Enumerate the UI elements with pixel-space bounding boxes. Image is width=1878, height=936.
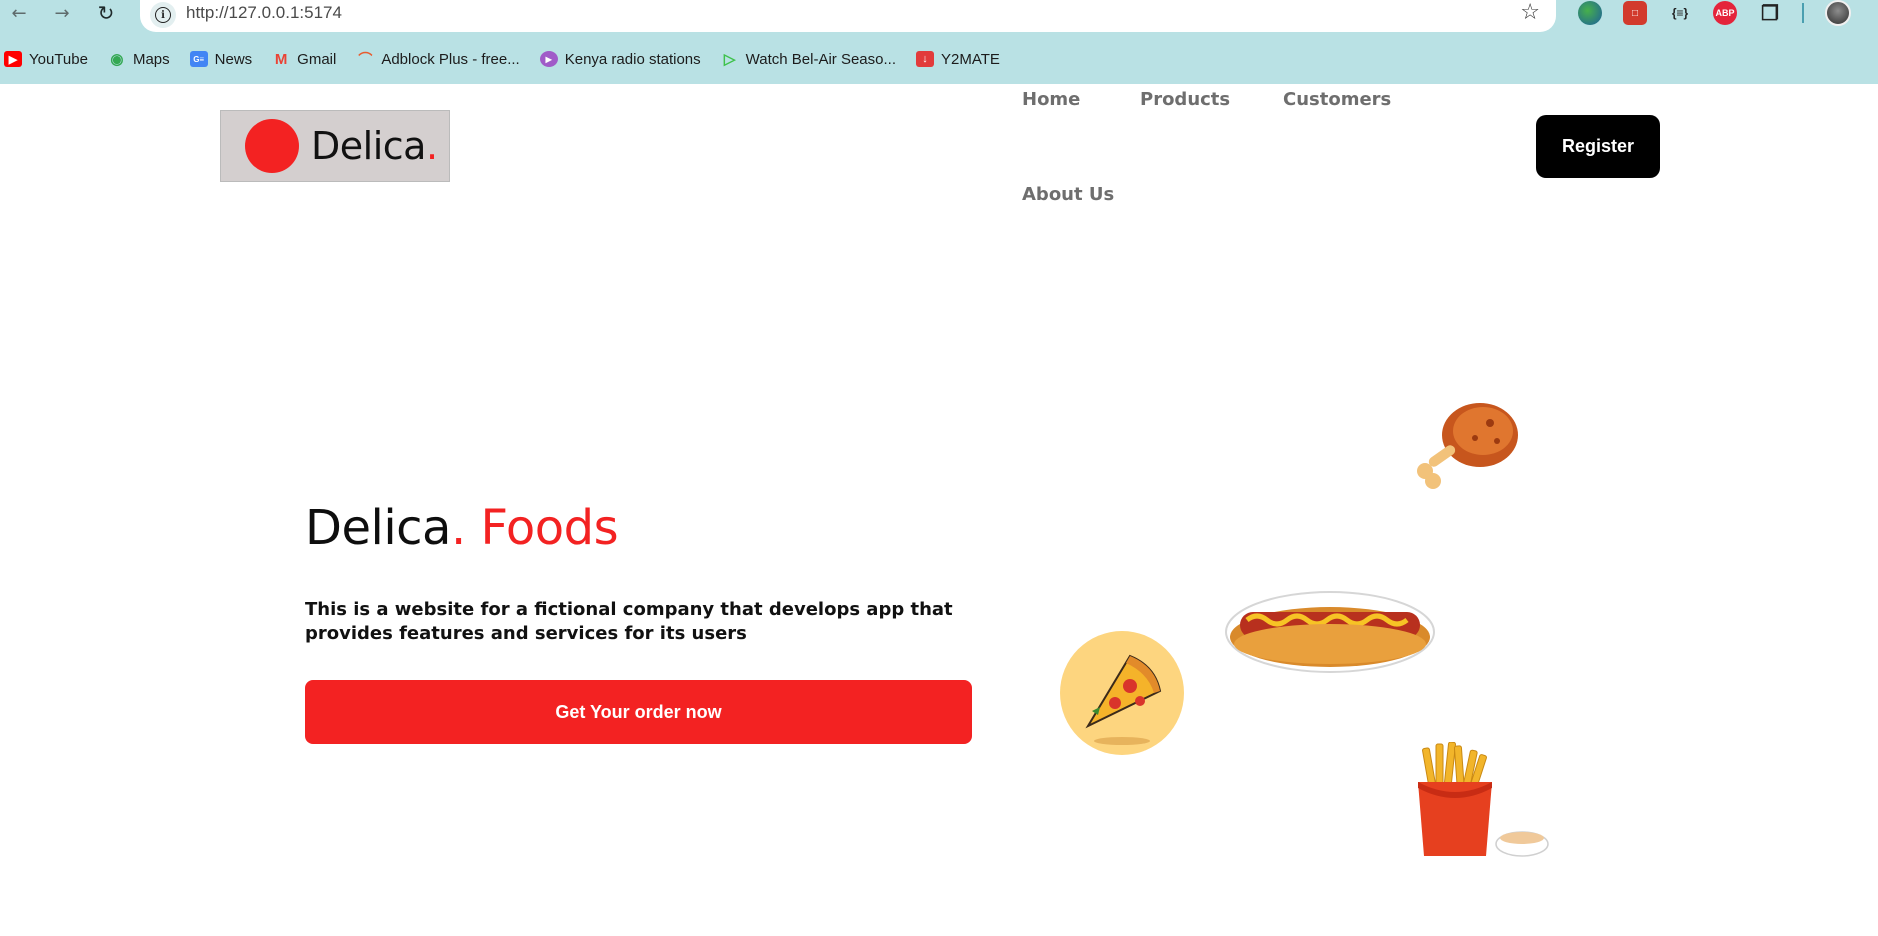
browser-chrome: ← → ↻ i http://127.0.0.1:5174 ☆ □ {≡} AB… [0, 0, 1878, 84]
adblock-extension-icon[interactable]: ABP [1713, 1, 1737, 25]
news-icon: G≡ [189, 51, 208, 67]
url-text[interactable]: http://127.0.0.1:5174 [186, 3, 342, 23]
nav-link-customers[interactable]: Customers [1283, 89, 1391, 110]
toolbar-divider [1802, 3, 1804, 23]
site-info-icon[interactable]: i [150, 2, 176, 28]
site-logo[interactable]: Delica. [220, 110, 450, 182]
bookmark-label: Gmail [297, 50, 337, 68]
back-arrow-icon[interactable]: ← [4, 0, 34, 26]
nav-link-products[interactable]: Products [1140, 89, 1230, 110]
radio-icon: ▶ [539, 51, 558, 67]
play-icon: ▷ [723, 51, 736, 68]
reload-icon[interactable]: ↻ [91, 0, 121, 26]
game-extension-icon[interactable]: □ [1623, 1, 1647, 25]
logo-red-circle [245, 119, 299, 173]
get-order-button[interactable]: Get Your order now [305, 680, 972, 744]
youtube-icon: ▶ [4, 51, 22, 67]
bookmark-label: Watch Bel-Air Seaso... [745, 50, 896, 68]
bookmark-label: Adblock Plus - free... [381, 50, 520, 68]
logo-text: Delica. [311, 124, 438, 168]
bookmarks-bar: ▶ YouTube ◉ Maps G≡ News M Gmail ⌒ Adblo… [0, 46, 1020, 72]
rainbow-icon: ⌒ [358, 51, 373, 67]
pizza-slice-image [1060, 631, 1184, 755]
french-fries-image [1418, 742, 1549, 857]
bookmark-kenya-radio[interactable]: ▶ Kenya radio stations [539, 50, 701, 68]
profile-avatar[interactable] [1825, 0, 1851, 26]
bookmark-gmail[interactable]: M Gmail [272, 51, 336, 68]
bookmark-label: YouTube [29, 50, 88, 68]
extensions-puzzle-icon[interactable]: ❐ [1758, 1, 1782, 25]
bookmark-label: News [214, 50, 253, 68]
bookmark-label: Maps [132, 50, 170, 68]
bookmark-y2mate[interactable]: ↓ Y2MATE [916, 51, 1000, 68]
globe-extension-icon[interactable] [1578, 1, 1602, 25]
gmail-icon: M [274, 50, 288, 68]
maps-icon: ◉ [110, 51, 124, 68]
hero-title: Delica. Foods [305, 500, 619, 556]
forward-arrow-icon[interactable]: → [47, 0, 77, 26]
nav-link-about-us[interactable]: About Us [1022, 184, 1114, 205]
nav-link-home[interactable]: Home [1022, 89, 1080, 110]
address-bar[interactable]: i http://127.0.0.1:5174 ☆ [140, 0, 1556, 32]
chicken-drumstick-image [1417, 403, 1518, 489]
bookmark-label: Kenya radio stations [564, 50, 701, 68]
register-button[interactable]: Register [1536, 115, 1660, 178]
hero-description: This is a website for a fictional compan… [305, 599, 953, 644]
download-icon: ↓ [916, 51, 934, 67]
bookmark-star-icon[interactable]: ☆ [1520, 0, 1540, 25]
bookmark-maps[interactable]: ◉ Maps [108, 50, 170, 69]
bookmark-youtube[interactable]: ▶ YouTube [4, 51, 88, 68]
hotdog-image [1225, 591, 1435, 673]
bookmark-adblock[interactable]: ⌒ Adblock Plus - free... [356, 51, 519, 68]
bookmark-label: Y2MATE [941, 50, 1000, 68]
bookmark-news[interactable]: G≡ News [189, 50, 253, 68]
json-extension-icon[interactable]: {≡} [1668, 1, 1692, 25]
bookmark-bel-air[interactable]: ▷ Watch Bel-Air Seaso... [721, 50, 896, 69]
